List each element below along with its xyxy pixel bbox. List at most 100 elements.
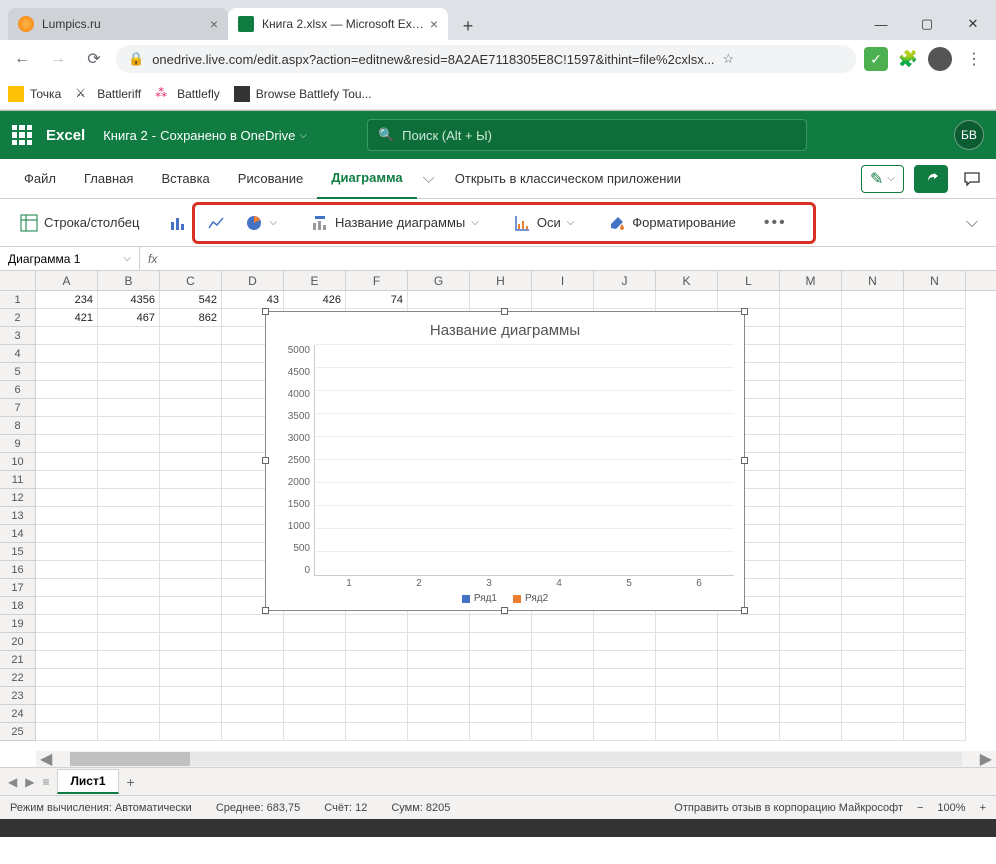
editing-mode-button[interactable]: ✎ ⌵ xyxy=(861,165,904,193)
cell[interactable] xyxy=(842,471,904,489)
close-button[interactable]: ✕ xyxy=(950,8,996,40)
cell[interactable] xyxy=(842,705,904,723)
bookmark-item[interactable]: Точка xyxy=(8,86,61,102)
plot-area[interactable] xyxy=(314,345,734,576)
cell[interactable] xyxy=(718,687,780,705)
cell[interactable] xyxy=(160,363,222,381)
extensions-button[interactable]: 🧩 xyxy=(896,47,920,71)
cell[interactable] xyxy=(842,345,904,363)
cell[interactable] xyxy=(780,291,842,309)
add-sheet-button[interactable]: + xyxy=(127,774,135,790)
cell[interactable] xyxy=(842,723,904,741)
row-header[interactable]: 1 xyxy=(0,291,36,309)
cell[interactable] xyxy=(718,669,780,687)
cell[interactable] xyxy=(98,669,160,687)
cell[interactable] xyxy=(656,651,718,669)
cell[interactable] xyxy=(842,291,904,309)
cell[interactable] xyxy=(904,327,966,345)
tab-chart[interactable]: Диаграмма xyxy=(317,159,416,199)
cell[interactable] xyxy=(160,597,222,615)
chart-title-button[interactable]: Название диаграммы ⌵ xyxy=(301,207,489,239)
cell[interactable] xyxy=(36,363,98,381)
row-header[interactable]: 16 xyxy=(0,561,36,579)
resize-handle[interactable] xyxy=(262,607,269,614)
col-header[interactable]: A xyxy=(36,271,98,290)
cell[interactable] xyxy=(842,615,904,633)
cell[interactable]: 74 xyxy=(346,291,408,309)
cell[interactable] xyxy=(160,633,222,651)
cell[interactable] xyxy=(98,417,160,435)
row-header[interactable]: 20 xyxy=(0,633,36,651)
cell[interactable] xyxy=(842,633,904,651)
cell[interactable] xyxy=(904,363,966,381)
cell[interactable] xyxy=(160,687,222,705)
cell[interactable] xyxy=(36,723,98,741)
cell[interactable] xyxy=(780,381,842,399)
cell[interactable] xyxy=(904,525,966,543)
cell[interactable] xyxy=(470,705,532,723)
row-header[interactable]: 23 xyxy=(0,687,36,705)
sheet-tab[interactable]: Лист1 xyxy=(57,769,118,794)
cell[interactable] xyxy=(284,705,346,723)
profile-avatar[interactable] xyxy=(928,47,952,71)
legend-item[interactable]: Ряд2 xyxy=(513,593,548,604)
cell[interactable] xyxy=(470,669,532,687)
cell[interactable] xyxy=(36,381,98,399)
cell[interactable] xyxy=(594,651,656,669)
cell[interactable] xyxy=(780,345,842,363)
cell[interactable] xyxy=(904,435,966,453)
cell[interactable] xyxy=(904,669,966,687)
cell[interactable]: 862 xyxy=(160,309,222,327)
cell[interactable] xyxy=(222,633,284,651)
zoom-out-button[interactable]: − xyxy=(917,802,923,814)
tab-more-icon[interactable]: ⌵ xyxy=(417,170,441,188)
cell[interactable] xyxy=(656,291,718,309)
cell[interactable] xyxy=(780,309,842,327)
cell[interactable] xyxy=(904,561,966,579)
cell[interactable]: 467 xyxy=(98,309,160,327)
tab-insert[interactable]: Вставка xyxy=(147,159,223,199)
sheet-nav-prev[interactable]: ◀ xyxy=(8,775,17,789)
cell[interactable] xyxy=(36,489,98,507)
cell[interactable]: 234 xyxy=(36,291,98,309)
cell[interactable] xyxy=(98,723,160,741)
sheet-nav-next[interactable]: ▶ xyxy=(25,775,34,789)
cell[interactable] xyxy=(284,633,346,651)
row-header[interactable]: 10 xyxy=(0,453,36,471)
cell[interactable] xyxy=(160,489,222,507)
cell[interactable] xyxy=(346,723,408,741)
cell[interactable] xyxy=(36,399,98,417)
cell[interactable] xyxy=(36,561,98,579)
cell[interactable] xyxy=(904,399,966,417)
cell[interactable] xyxy=(408,615,470,633)
name-box[interactable]: Диаграмма 1 ⌵ xyxy=(0,247,140,270)
resize-handle[interactable] xyxy=(501,607,508,614)
cell[interactable] xyxy=(160,399,222,417)
cell[interactable] xyxy=(904,453,966,471)
cell[interactable] xyxy=(160,651,222,669)
cell[interactable] xyxy=(594,687,656,705)
bookmark-star-icon[interactable]: ☆ xyxy=(723,51,735,67)
cell[interactable] xyxy=(656,705,718,723)
cell[interactable] xyxy=(594,291,656,309)
horizontal-scrollbar[interactable]: ◀ ▶ xyxy=(36,751,996,767)
cell[interactable] xyxy=(780,471,842,489)
cell[interactable] xyxy=(656,615,718,633)
cell[interactable] xyxy=(36,507,98,525)
tab-excel[interactable]: Книга 2.xlsx — Microsoft Excel O × xyxy=(228,8,448,40)
cell[interactable]: 426 xyxy=(284,291,346,309)
cell[interactable] xyxy=(160,705,222,723)
cell[interactable] xyxy=(36,669,98,687)
cell[interactable] xyxy=(160,417,222,435)
cell[interactable] xyxy=(160,507,222,525)
cell[interactable] xyxy=(98,507,160,525)
cell[interactable] xyxy=(36,417,98,435)
app-launcher-icon[interactable] xyxy=(12,125,32,145)
cell[interactable] xyxy=(842,561,904,579)
row-header[interactable]: 24 xyxy=(0,705,36,723)
more-commands-button[interactable]: ••• xyxy=(764,214,787,232)
cell[interactable] xyxy=(98,705,160,723)
cell[interactable] xyxy=(904,507,966,525)
cell[interactable] xyxy=(842,363,904,381)
cell[interactable] xyxy=(532,291,594,309)
